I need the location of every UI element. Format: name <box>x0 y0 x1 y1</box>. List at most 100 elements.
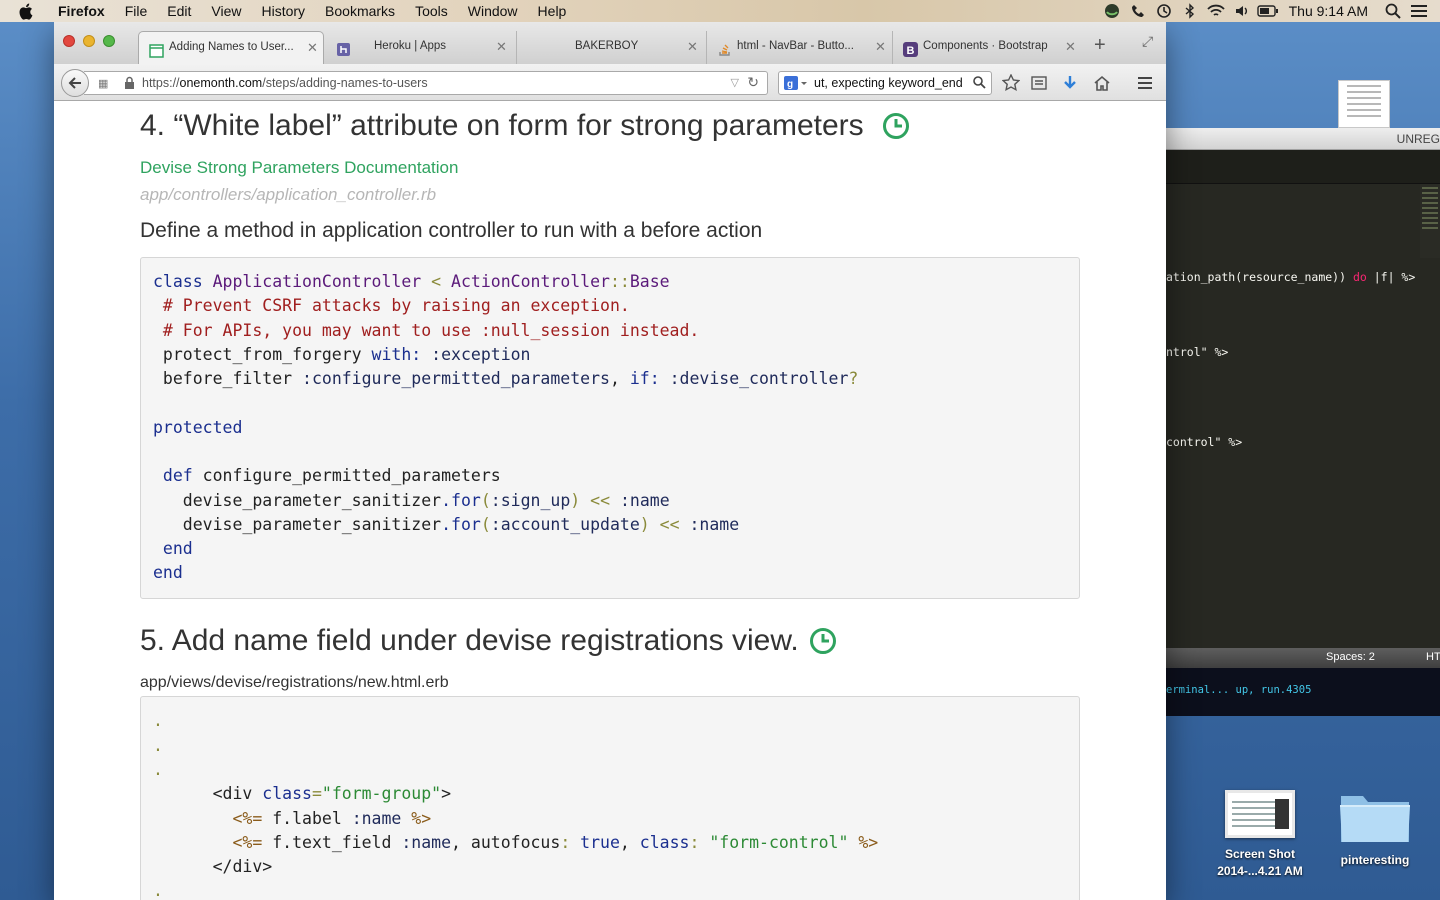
heroku-favicon-icon <box>336 39 351 56</box>
search-bar[interactable]: g ut, expecting keyword_end <box>778 71 992 95</box>
status-area: Thu 9:14 AM <box>1099 0 1440 22</box>
identity-block-icon[interactable]: ▦ <box>98 77 108 90</box>
zoom-window-button[interactable] <box>103 35 115 47</box>
desktop-folder-pinteresting[interactable]: pinteresting <box>1330 786 1420 869</box>
step-description: Define a method in application controlle… <box>140 219 763 242</box>
code-line: protected <box>153 418 243 437</box>
tab-label: html - NavBar - Butto... <box>737 40 854 52</box>
page-content: 4. “White label” attribute on form for s… <box>54 101 1166 900</box>
reload-icon[interactable]: ↻ <box>747 74 759 91</box>
volume-icon[interactable] <box>1231 0 1253 22</box>
apple-menu-icon[interactable] <box>18 3 36 20</box>
editor-title: UNREG <box>1396 132 1440 146</box>
file-path-controller: app/controllers/application_controller.r… <box>140 185 437 204</box>
tab-bootstrap[interactable]: B Components · Bootstrap ✕ <box>892 31 1082 64</box>
downloads-arrow-icon[interactable] <box>1059 72 1081 94</box>
code-line: class ApplicationController < ActionCont… <box>153 272 670 291</box>
tab-close-icon[interactable]: ✕ <box>307 32 318 63</box>
editor-minimap[interactable] <box>1420 184 1440 258</box>
search-input[interactable]: ut, expecting keyword_end <box>814 76 974 90</box>
padlock-icon[interactable] <box>124 76 135 94</box>
stackoverflow-favicon-icon <box>717 39 732 56</box>
navigation-toolbar: ▦ https://onemonth.com/steps/adding-name… <box>54 64 1166 101</box>
code-line: end <box>153 539 193 558</box>
step-5-title: 5. Add name field under devise registrat… <box>140 624 799 657</box>
clock-icon[interactable] <box>809 627 837 655</box>
minimize-window-button[interactable] <box>83 35 95 47</box>
code-line: end <box>153 563 183 582</box>
step-5-heading: 5. Add name field under devise registrat… <box>140 624 837 658</box>
menu-bar: Firefox File Edit View History Bookmarks… <box>0 0 1440 22</box>
close-window-button[interactable] <box>63 35 75 47</box>
code-block-controller: class ApplicationController < ActionCont… <box>140 257 1080 599</box>
tab-close-icon[interactable]: ✕ <box>1065 31 1076 62</box>
url-history-dropdown-icon[interactable]: ▽ <box>731 76 739 89</box>
tab-label: Adding Names to User... <box>169 41 294 53</box>
time-machine-icon[interactable] <box>1153 0 1175 22</box>
menubar-clock[interactable]: Thu 9:14 AM <box>1281 3 1380 19</box>
editor-indentation[interactable]: Spaces: 2 <box>1326 651 1375 663</box>
fullscreen-arrows-icon[interactable]: ⤢ <box>1142 33 1153 50</box>
clock-icon[interactable] <box>882 112 910 140</box>
firefox-window: Adding Names to User... ✕ Heroku | Apps … <box>54 22 1166 900</box>
tab-label: Components · Bootstrap <box>923 40 1048 52</box>
desktop-screenshot-file[interactable]: Screen Shot 2014-...4.21 AM <box>1205 790 1315 880</box>
folder-icon <box>1337 786 1413 846</box>
editor-terminal-panel: erminal... up, run.4305 <box>1166 668 1440 716</box>
bookmark-star-icon[interactable] <box>1000 72 1022 94</box>
tab-label: BAKERBOY <box>575 40 639 52</box>
editor-syntax[interactable]: HT <box>1426 651 1440 663</box>
bookmarks-menu-icon[interactable] <box>1028 72 1050 94</box>
code-line: . <box>153 711 163 730</box>
tab-close-icon[interactable]: ✕ <box>875 31 886 62</box>
devise-docs-link[interactable]: Devise Strong Parameters Documentation <box>140 158 458 178</box>
bluetooth-icon[interactable] <box>1179 0 1201 22</box>
onemonth-favicon-icon <box>149 40 164 58</box>
screenshot-thumbnail-icon <box>1225 790 1295 838</box>
hamburger-menu-icon[interactable] <box>1134 72 1156 94</box>
new-tab-plus-icon[interactable]: + <box>1094 34 1106 57</box>
code-line: <%= f.label :name %> <box>153 809 432 828</box>
notification-center-icon[interactable] <box>1408 0 1430 22</box>
menu-app-firefox[interactable]: Firefox <box>48 0 115 22</box>
editor-status-bar: Spaces: 2 HT <box>1166 648 1440 668</box>
wifi-icon[interactable] <box>1205 0 1227 22</box>
menu-help[interactable]: Help <box>528 0 577 22</box>
menu-window[interactable]: Window <box>458 0 528 22</box>
editor-titlebar: UNREG <box>1166 128 1440 150</box>
desktop-document-icon[interactable] <box>1338 80 1390 128</box>
step-4-title: 4. “White label” attribute on form for s… <box>140 109 864 142</box>
phone-icon[interactable] <box>1127 0 1149 22</box>
back-button[interactable] <box>61 69 89 97</box>
screenshot-label: Screen Shot <box>1224 847 1296 861</box>
tab-bakerboy[interactable]: BAKERBOY ✕ <box>516 31 706 64</box>
editor-code-line: ntrol" %> <box>1166 345 1229 359</box>
spotlight-search-icon[interactable] <box>1382 0 1404 22</box>
url-bar[interactable]: ▦ https://onemonth.com/steps/adding-name… <box>84 71 768 95</box>
code-line: # For APIs, you may want to use :null_se… <box>153 321 700 340</box>
tab-adding-names[interactable]: Adding Names to User... ✕ <box>138 31 324 64</box>
menu-history[interactable]: History <box>251 0 315 22</box>
menu-view[interactable]: View <box>201 0 251 22</box>
editor-tab-strip <box>1166 150 1440 184</box>
menu-edit[interactable]: Edit <box>157 0 201 22</box>
menu-file[interactable]: File <box>115 0 158 22</box>
code-line: <%= f.text_field :name, autofocus: true,… <box>153 833 879 852</box>
code-line: <div class="form-group"> <box>153 784 452 803</box>
editor-code-line: ation_path(resource_name)) do |f| %> <box>1166 270 1416 284</box>
background-editor-window[interactable]: UNREG ation_path(resource_name)) do |f| … <box>1166 128 1440 716</box>
home-icon[interactable] <box>1091 72 1113 94</box>
search-magnifier-icon[interactable] <box>973 76 986 94</box>
app-status-icon[interactable] <box>1101 0 1123 22</box>
menu-tools[interactable]: Tools <box>405 0 458 22</box>
menu-bookmarks[interactable]: Bookmarks <box>315 0 405 22</box>
tab-close-icon[interactable]: ✕ <box>496 31 507 62</box>
tab-bar: Adding Names to User... ✕ Heroku | Apps … <box>54 22 1166 64</box>
tab-stackoverflow[interactable]: html - NavBar - Butto... ✕ <box>706 31 892 64</box>
tab-heroku[interactable]: Heroku | Apps ✕ <box>326 31 516 64</box>
battery-icon[interactable] <box>1256 0 1279 22</box>
tab-close-icon[interactable]: ✕ <box>687 31 698 62</box>
code-line: devise_parameter_sanitizer.for(:account_… <box>153 515 740 534</box>
tab-label: Heroku | Apps <box>374 40 447 52</box>
google-engine-icon[interactable]: g <box>784 76 808 94</box>
